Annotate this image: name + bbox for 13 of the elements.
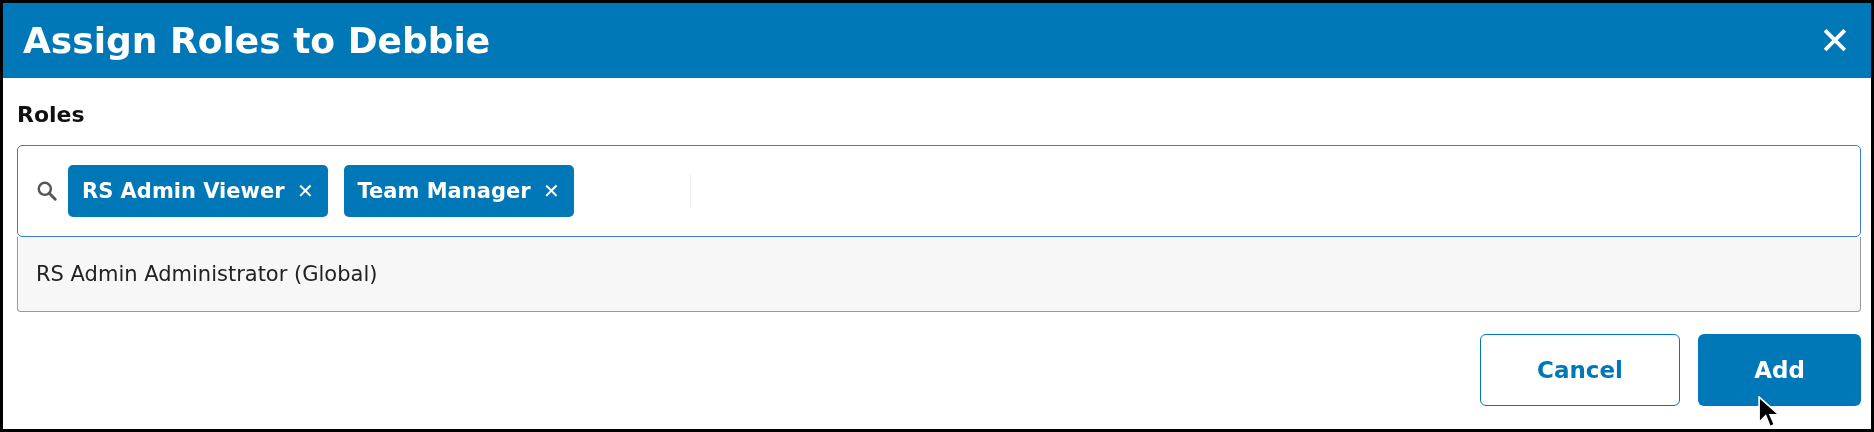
suggestion-item[interactable]: RS Admin Administrator (Global): [18, 237, 1860, 311]
remove-button[interactable]: ✕: [296, 179, 314, 203]
field-label: Roles: [17, 102, 85, 127]
add-button[interactable]: Add: [1698, 334, 1861, 406]
close-button[interactable]: ✕: [1819, 21, 1851, 60]
remove-button[interactable]: ✕: [542, 179, 560, 203]
roles-field[interactable]: RS Admin Viewer ✕ Team Manager ✕: [17, 145, 1861, 237]
cancel-button[interactable]: Cancel: [1480, 334, 1680, 406]
search-icon: [36, 180, 58, 202]
chip-label: Team Manager: [357, 179, 531, 203]
cursor-icon: [1758, 396, 1780, 429]
dialog-title: Assign Roles to Debbie: [23, 20, 491, 61]
chip-label: RS Admin Viewer: [82, 179, 285, 203]
